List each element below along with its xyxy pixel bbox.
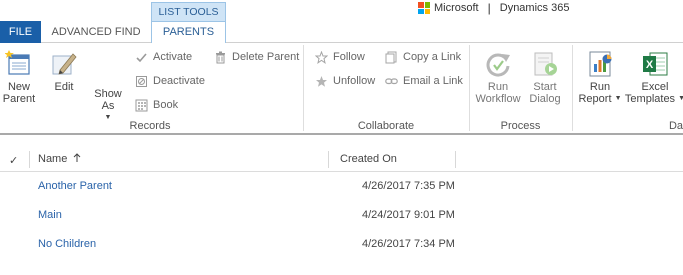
star-filled-icon bbox=[315, 75, 328, 88]
activate-label: Activate bbox=[153, 51, 193, 63]
email-link-label: Email a Link bbox=[403, 75, 463, 87]
created-on-value: 4/24/2017 9:01 PM bbox=[362, 209, 455, 221]
excel-templates-label: Excel Templates bbox=[624, 81, 676, 105]
column-header-name[interactable]: Name bbox=[38, 153, 81, 165]
group-collaborate-label: Collaborate bbox=[357, 120, 415, 132]
excel-templates-button[interactable]: X Excel Templates ▼ bbox=[624, 50, 683, 105]
follow-label: Follow bbox=[333, 51, 365, 63]
show-as-label: Show As bbox=[94, 88, 122, 112]
deactivate-label: Deactivate bbox=[153, 75, 205, 87]
follow-button[interactable]: Follow bbox=[314, 48, 365, 66]
email-link-button[interactable]: Email a Link bbox=[385, 72, 463, 90]
column-header-created-on[interactable]: Created On bbox=[340, 153, 397, 165]
sort-ascending-icon bbox=[73, 153, 81, 165]
ribbon-divider bbox=[572, 45, 573, 131]
created-on-value: 4/26/2017 7:35 PM bbox=[362, 180, 455, 192]
activate-button[interactable]: Activate bbox=[135, 48, 192, 66]
edit-icon bbox=[50, 50, 78, 78]
new-parent-button[interactable]: New Parent bbox=[2, 50, 36, 105]
ribbon-divider bbox=[303, 45, 304, 131]
edit-button[interactable]: Edit bbox=[48, 50, 80, 93]
copy-icon bbox=[385, 51, 398, 64]
trash-icon bbox=[214, 51, 227, 64]
start-dialog-button[interactable]: Start Dialog bbox=[525, 50, 565, 105]
group-data-label: Da bbox=[668, 120, 683, 132]
start-dialog-label: Start Dialog bbox=[529, 81, 561, 105]
context-group-list-tools: LIST TOOLS bbox=[151, 2, 226, 21]
column-divider[interactable] bbox=[455, 151, 456, 168]
workflow-icon bbox=[484, 50, 512, 78]
group-process-label: Process bbox=[500, 120, 541, 132]
edit-label: Edit bbox=[54, 81, 74, 93]
checkmark-icon bbox=[135, 51, 148, 64]
column-name-label: Name bbox=[38, 153, 68, 165]
tab-parents[interactable]: PARENTS bbox=[151, 21, 226, 44]
new-record-icon bbox=[4, 50, 33, 78]
ribbon: New Parent Edit Show As ▼ Activate Deact… bbox=[0, 43, 683, 135]
chevron-down-icon: ▼ bbox=[678, 95, 683, 102]
group-records: New Parent Edit Show As ▼ Activate Deact… bbox=[0, 43, 300, 133]
ribbon-divider bbox=[469, 45, 470, 131]
tab-file[interactable]: FILE bbox=[0, 21, 41, 43]
run-workflow-button[interactable]: Run Workflow bbox=[474, 50, 522, 105]
dialog-icon bbox=[531, 50, 559, 78]
ribbon-tab-bar: FILE ADVANCED FIND LIST TOOLS PARENTS Mi… bbox=[0, 0, 683, 44]
deactivate-icon bbox=[135, 75, 148, 88]
tab-advanced-find[interactable]: ADVANCED FIND bbox=[44, 21, 148, 43]
brand-header: Microsoft | Dynamics 365 bbox=[418, 1, 569, 15]
table-row[interactable]: No Children 4/26/2017 7:34 PM bbox=[0, 231, 683, 260]
column-divider[interactable] bbox=[29, 151, 30, 168]
report-icon bbox=[586, 50, 614, 78]
star-outline-icon bbox=[314, 50, 329, 64]
table-row[interactable]: Main 4/24/2017 9:01 PM bbox=[0, 202, 683, 231]
group-process: Run Workflow Start Dialog Process bbox=[471, 43, 570, 133]
book-label: Book bbox=[153, 99, 179, 111]
group-collaborate: Follow Unfollow Copy a Link Email a Link… bbox=[306, 43, 466, 133]
deactivate-button[interactable]: Deactivate bbox=[135, 72, 205, 90]
book-button[interactable]: Book bbox=[135, 96, 178, 114]
chevron-down-icon: ▼ bbox=[614, 95, 622, 103]
run-report-label: Run Report bbox=[578, 81, 612, 105]
record-name-link[interactable]: Another Parent bbox=[38, 180, 112, 192]
link-icon bbox=[385, 75, 398, 88]
select-all-checkbox[interactable]: ✓ bbox=[9, 154, 18, 167]
brand-product: Dynamics 365 bbox=[499, 2, 570, 14]
unfollow-label: Unfollow bbox=[333, 75, 376, 87]
record-name-link[interactable]: Main bbox=[38, 209, 62, 221]
new-parent-label: New Parent bbox=[2, 81, 36, 105]
column-divider[interactable] bbox=[328, 151, 329, 168]
unfollow-button[interactable]: Unfollow bbox=[315, 72, 375, 90]
svg-text:X: X bbox=[646, 59, 654, 71]
run-workflow-label: Run Workflow bbox=[475, 81, 521, 105]
book-icon bbox=[135, 99, 148, 112]
excel-icon: X bbox=[641, 50, 669, 78]
delete-parent-label: Delete Parent bbox=[232, 51, 300, 63]
table-row[interactable]: Another Parent 4/26/2017 7:35 PM bbox=[0, 173, 683, 202]
group-records-label: Records bbox=[129, 120, 171, 132]
show-as-button[interactable]: Show As ▼ bbox=[88, 88, 128, 124]
group-data: Run Report ▼ X Excel Templates ▼ Da bbox=[574, 43, 683, 133]
microsoft-logo-icon bbox=[418, 2, 430, 14]
run-report-button[interactable]: Run Report ▼ bbox=[577, 50, 623, 105]
brand-company: Microsoft bbox=[434, 2, 479, 14]
delete-parent-button[interactable]: Delete Parent bbox=[214, 48, 299, 66]
record-name-link[interactable]: No Children bbox=[38, 238, 96, 250]
grid-header: ✓ Name Created On bbox=[0, 147, 683, 172]
brand-separator: | bbox=[487, 1, 491, 15]
copy-link-label: Copy a Link bbox=[403, 51, 462, 63]
created-on-value: 4/26/2017 7:34 PM bbox=[362, 238, 455, 250]
copy-link-button[interactable]: Copy a Link bbox=[385, 48, 461, 66]
